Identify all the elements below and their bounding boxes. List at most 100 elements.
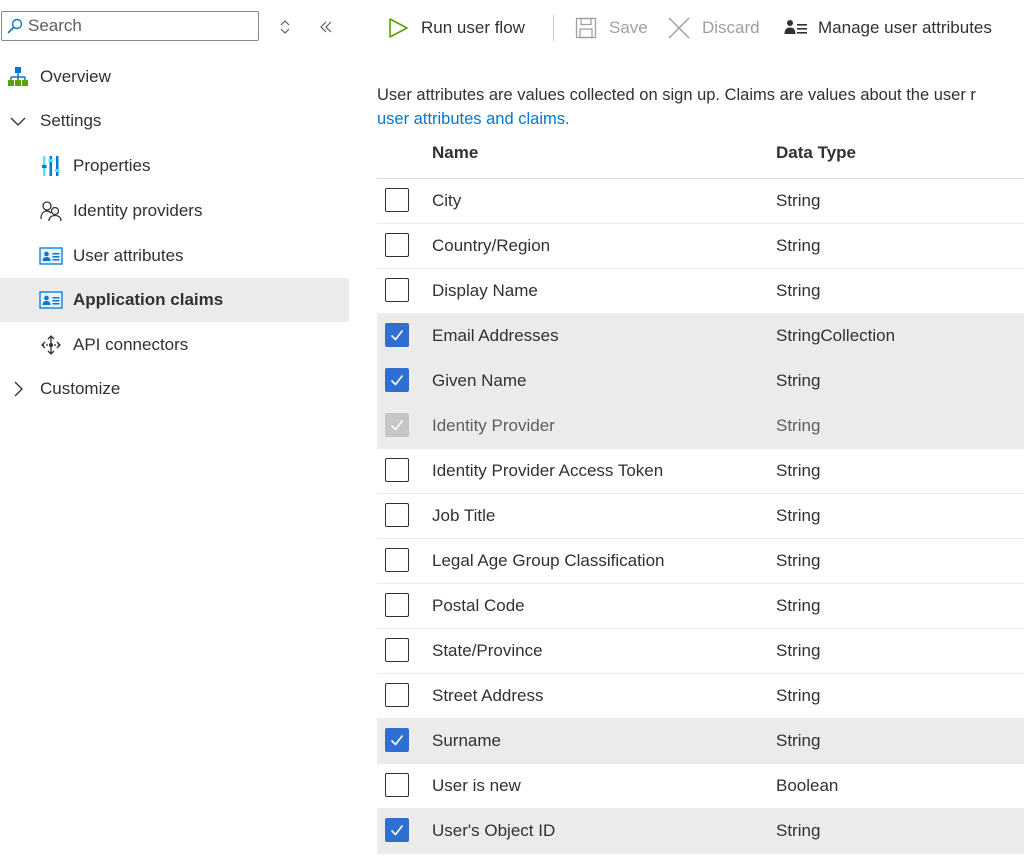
- sidebar-item-overview[interactable]: Overview: [0, 55, 349, 99]
- table-row[interactable]: Country/Region String: [377, 224, 1024, 269]
- search-box[interactable]: [1, 11, 259, 41]
- attribute-data-type: String: [776, 596, 821, 615]
- sidebar-item-application-claims[interactable]: Application claims: [0, 278, 349, 322]
- row-checkbox[interactable]: [385, 188, 409, 212]
- page-description: User attributes are values collected on …: [377, 83, 1024, 131]
- column-header-data-type[interactable]: Data Type: [776, 143, 856, 163]
- row-checkbox[interactable]: [385, 773, 409, 797]
- search-input[interactable]: [28, 16, 248, 36]
- command-bar: Run user flow Save Discard Manage user a…: [377, 8, 1024, 48]
- table-header: Name Data Type: [377, 132, 1024, 179]
- attribute-name: City: [432, 191, 462, 210]
- table-row[interactable]: State/Province String: [377, 629, 1024, 674]
- row-checkbox[interactable]: [385, 368, 409, 392]
- search-icon: [2, 12, 28, 40]
- row-checkbox[interactable]: [385, 593, 409, 617]
- table-row[interactable]: Identity Provider String: [377, 404, 1024, 449]
- row-checkbox[interactable]: [385, 323, 409, 347]
- table-row[interactable]: Postal Code String: [377, 584, 1024, 629]
- close-icon: [668, 17, 690, 39]
- table-row[interactable]: Surname String: [377, 719, 1024, 764]
- table-row[interactable]: User's Object ID String: [377, 809, 1024, 854]
- column-header-name[interactable]: Name: [432, 143, 478, 163]
- table-row[interactable]: Display Name String: [377, 269, 1024, 314]
- table-row[interactable]: User is new Boolean: [377, 764, 1024, 809]
- learn-more-link[interactable]: user attributes and claims.: [377, 110, 570, 128]
- sidebar-item-settings[interactable]: Settings: [0, 99, 349, 143]
- row-checkbox[interactable]: [385, 458, 409, 482]
- attribute-data-type: String: [776, 191, 821, 210]
- table-row[interactable]: Job Title String: [377, 494, 1024, 539]
- save-button[interactable]: Save: [575, 8, 648, 48]
- attribute-name: Postal Code: [432, 596, 525, 615]
- sidebar-item-properties[interactable]: Properties: [0, 144, 349, 188]
- run-user-flow-button[interactable]: Run user flow: [387, 8, 525, 48]
- sidebar-item-user-attributes[interactable]: User attributes: [0, 234, 349, 278]
- sidebar: Overview Settings Properties Identity pr…: [0, 0, 349, 857]
- manage-user-attributes-button[interactable]: Manage user attributes: [784, 8, 992, 48]
- discard-button[interactable]: Discard: [668, 8, 760, 48]
- sidebar-item-label: Settings: [40, 111, 102, 130]
- manage-user-attributes-icon: [784, 19, 808, 37]
- run-user-flow-label: Run user flow: [421, 18, 525, 37]
- row-checkbox[interactable]: [385, 233, 409, 257]
- table-row[interactable]: City String: [377, 179, 1024, 224]
- attribute-data-type: String: [776, 641, 821, 660]
- attribute-data-type: String: [776, 551, 821, 570]
- checkmark-icon: [390, 825, 404, 836]
- sidebar-item-label: Overview: [40, 67, 111, 86]
- attribute-name: Given Name: [432, 371, 527, 390]
- attribute-data-type: String: [776, 686, 821, 705]
- description-text: User attributes are values collected on …: [377, 86, 976, 104]
- attribute-name: User's Object ID: [432, 821, 556, 840]
- sidebar-item-api-connectors[interactable]: API connectors: [0, 323, 349, 367]
- overview-icon: [6, 65, 30, 89]
- row-checkbox[interactable]: [385, 818, 409, 842]
- sidebar-item-identity-providers[interactable]: Identity providers: [0, 189, 349, 233]
- checkmark-icon: [390, 735, 404, 746]
- attribute-name: Email Addresses: [432, 326, 559, 345]
- attribute-name: Identity Provider: [432, 416, 555, 435]
- table-row[interactable]: Identity Provider Access Token String: [377, 449, 1024, 494]
- sidebar-item-label: Identity providers: [73, 201, 203, 220]
- attribute-name: Identity Provider Access Token: [432, 461, 664, 480]
- table-row[interactable]: Given Name String: [377, 359, 1024, 404]
- table-row[interactable]: Email Addresses StringCollection: [377, 314, 1024, 359]
- attribute-data-type: String: [776, 506, 821, 525]
- manage-user-attributes-label: Manage user attributes: [818, 18, 992, 37]
- row-checkbox[interactable]: [385, 278, 409, 302]
- table-row[interactable]: Legal Age Group Classification String: [377, 539, 1024, 584]
- attribute-name: Display Name: [432, 281, 538, 300]
- application-claims-icon: [39, 288, 63, 312]
- api-connectors-icon: [39, 333, 63, 357]
- play-icon: [387, 17, 409, 39]
- sidebar-item-customize[interactable]: Customize: [0, 367, 349, 411]
- user-attributes-icon: [39, 244, 63, 268]
- attribute-data-type: String: [776, 821, 821, 840]
- attribute-data-type: Boolean: [776, 776, 839, 795]
- row-checkbox[interactable]: [385, 728, 409, 752]
- row-checkbox[interactable]: [385, 683, 409, 707]
- save-label: Save: [609, 18, 648, 37]
- checkmark-icon: [390, 420, 404, 431]
- row-checkbox[interactable]: [385, 503, 409, 527]
- sidebar-item-label: Application claims: [73, 290, 224, 309]
- attribute-data-type: String: [776, 416, 821, 435]
- toolbar-divider: [553, 15, 554, 41]
- checkmark-icon: [390, 330, 404, 341]
- attribute-data-type: String: [776, 281, 821, 300]
- collapse-sidebar-icon[interactable]: [313, 14, 339, 40]
- row-checkbox[interactable]: [385, 413, 409, 437]
- attribute-data-type: String: [776, 371, 821, 390]
- chevron-down-icon: [6, 109, 30, 133]
- table-row[interactable]: Street Address String: [377, 674, 1024, 719]
- row-checkbox[interactable]: [385, 548, 409, 572]
- identity-providers-icon: [39, 199, 63, 223]
- claims-table: Name Data Type City String Country/Regio…: [377, 132, 1024, 854]
- expand-collapse-icon[interactable]: [272, 14, 298, 40]
- row-checkbox[interactable]: [385, 638, 409, 662]
- sidebar-item-label: API connectors: [73, 335, 189, 354]
- attribute-name: State/Province: [432, 641, 543, 660]
- attribute-name: Legal Age Group Classification: [432, 551, 665, 570]
- table-body: City String Country/Region String Displa…: [377, 179, 1024, 854]
